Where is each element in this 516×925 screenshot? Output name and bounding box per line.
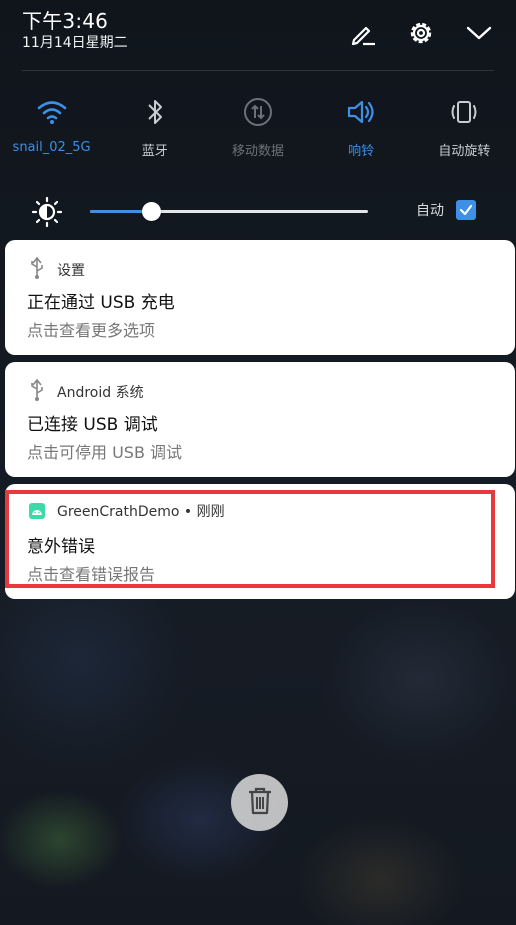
notification-usb-charging[interactable]: 设置 正在通过 USB 充电 点击查看更多选项 <box>5 240 515 355</box>
notification-title: 已连接 USB 调试 <box>27 415 158 435</box>
quick-settings: snail_02_5G 蓝牙 移动数据 响铃 自动旋转 <box>0 92 516 159</box>
toggle-label: 蓝牙 <box>141 144 168 159</box>
notification-usb-debugging[interactable]: Android 系统 已连接 USB 调试 点击可停用 USB 调试 <box>5 362 515 477</box>
header-divider <box>22 70 494 71</box>
status-area: 下午3:46 11月14日星期二 <box>22 8 128 52</box>
notification-header: GreenCrathDemo • 刚刚 <box>29 501 225 521</box>
toggle-auto-rotate[interactable]: 自动旋转 <box>413 92 516 159</box>
toggle-sound[interactable]: 响铃 <box>310 92 413 159</box>
brightness-icon <box>30 195 64 233</box>
mobile-data-icon <box>242 92 274 132</box>
usb-icon <box>29 378 45 405</box>
notification-text: 点击可停用 USB 调试 <box>27 443 183 462</box>
wifi-icon <box>37 92 67 132</box>
check-icon <box>459 204 473 216</box>
notification-app: Android 系统 <box>57 385 144 401</box>
notification-app: 设置 <box>57 263 85 279</box>
bluetooth-icon <box>145 92 165 132</box>
notification-crash-report[interactable]: GreenCrathDemo • 刚刚 意外错误 点击查看错误报告 <box>5 484 515 599</box>
notification-header: 设置 <box>29 256 85 283</box>
toggle-label: 移动数据 <box>231 144 284 159</box>
clock: 下午3:46 <box>22 9 109 33</box>
brightness-thumb[interactable] <box>142 202 162 221</box>
toggle-label: snail_02_5G <box>12 140 91 155</box>
toggle-label: 响铃 <box>348 144 375 159</box>
toggle-label: 自动旋转 <box>438 144 491 159</box>
clear-all-button[interactable] <box>231 774 288 831</box>
notification-app: GreenCrathDemo • 刚刚 <box>57 504 225 520</box>
notification-title: 正在通过 USB 充电 <box>27 293 175 313</box>
auto-rotate-icon <box>448 92 480 132</box>
android-app-icon <box>29 503 45 519</box>
brightness-row: 自动 <box>30 193 476 229</box>
toggle-bluetooth[interactable]: 蓝牙 <box>103 92 206 159</box>
edit-icon[interactable] <box>348 18 378 48</box>
brightness-slider[interactable] <box>90 202 368 221</box>
notification-header: Android 系统 <box>29 378 144 405</box>
notification-text: 点击查看更多选项 <box>27 321 156 340</box>
date: 11月14日星期二 <box>22 35 128 51</box>
auto-brightness-checkbox[interactable] <box>456 200 476 220</box>
usb-icon <box>29 256 45 283</box>
toggle-mobile-data[interactable]: 移动数据 <box>206 92 309 159</box>
sound-icon <box>345 92 377 132</box>
notification-text: 点击查看错误报告 <box>27 565 156 584</box>
toggle-wifi[interactable]: snail_02_5G <box>0 92 103 159</box>
gear-icon[interactable] <box>406 18 436 48</box>
auto-brightness[interactable]: 自动 <box>416 200 476 220</box>
trash-icon <box>247 786 273 820</box>
chevron-down-icon[interactable] <box>464 18 494 48</box>
notification-title: 意外错误 <box>27 537 95 557</box>
auto-brightness-label: 自动 <box>416 203 444 219</box>
